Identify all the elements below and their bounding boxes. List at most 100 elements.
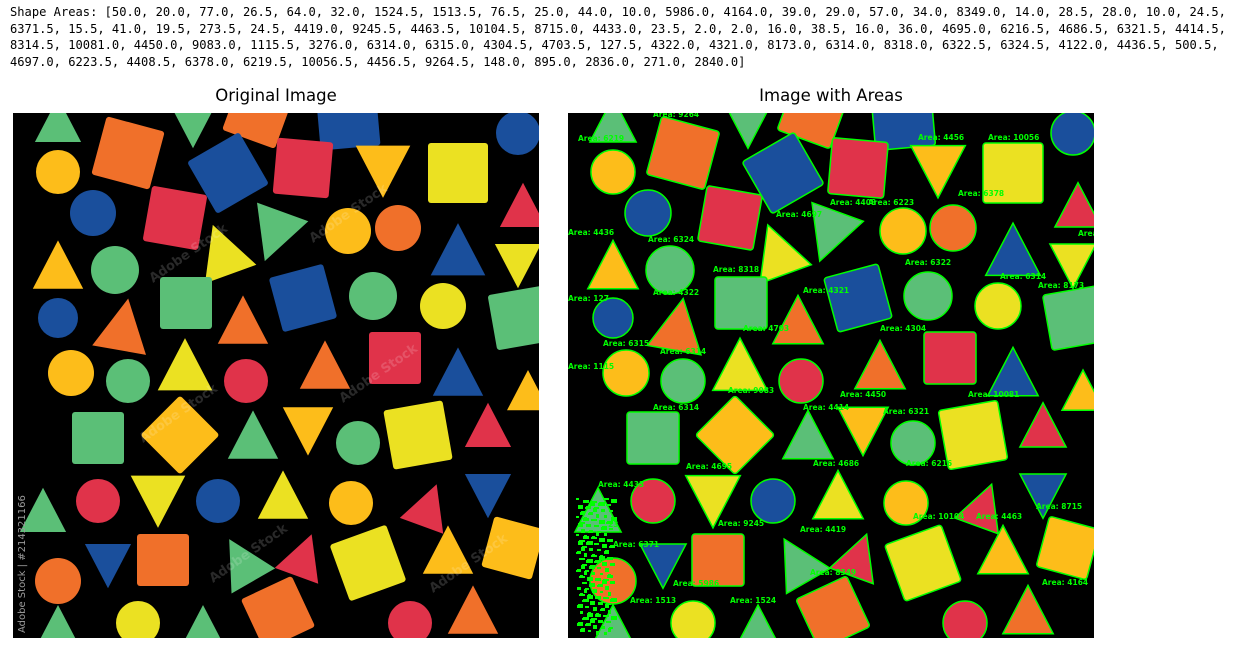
square-shape — [428, 143, 488, 203]
square-shape — [646, 116, 720, 190]
contour-noise — [601, 509, 605, 512]
square-shape — [827, 137, 889, 199]
circle-shape — [38, 298, 78, 338]
contour-noise — [578, 541, 583, 545]
area-label: Area: 6216 — [906, 459, 952, 468]
square-shape — [137, 534, 189, 586]
contour-noise — [602, 580, 607, 584]
contour-noise — [583, 518, 589, 521]
area-label: Area: 4164 — [1042, 578, 1088, 587]
square-shape — [796, 576, 870, 638]
area-label: Area: 1513 — [630, 596, 676, 605]
triangle-shape — [432, 347, 484, 396]
contour-noise — [580, 629, 583, 632]
contour-noise — [595, 614, 601, 617]
triangle-shape — [1018, 473, 1068, 520]
contour-noise — [582, 618, 587, 620]
original-image-title: Original Image — [215, 86, 337, 105]
triangle-shape — [464, 402, 512, 447]
triangle-shape — [227, 410, 279, 459]
circle-shape — [602, 349, 650, 397]
contour-noise — [577, 605, 581, 608]
area-label: Area: 6371 — [613, 540, 659, 549]
circle-shape — [645, 245, 695, 295]
area-label: Area: 4419 — [800, 525, 846, 534]
square-shape — [1042, 285, 1094, 351]
area-label: Area: 412 — [1078, 229, 1094, 238]
contour-noise — [579, 576, 585, 578]
triangle-shape — [771, 293, 825, 345]
area-label: Area: 10056 — [988, 133, 1039, 142]
contour-noise — [593, 607, 597, 611]
contour-noise — [595, 578, 601, 581]
area-label: Area: 9083 — [728, 386, 774, 395]
triangle-shape — [282, 407, 334, 456]
contour-noise — [605, 568, 609, 572]
circle-shape — [116, 601, 160, 638]
triangle-shape — [84, 544, 132, 589]
contour-noise — [604, 632, 607, 635]
contour-noise — [586, 524, 591, 527]
area-label: Area: 10081 — [968, 390, 1019, 399]
original-image: Adobe Stock Adobe Stock Adobe Stock Adobe S… — [13, 113, 539, 638]
contour-noise — [590, 601, 595, 605]
contour-noise — [579, 558, 585, 560]
circle-shape — [778, 358, 824, 404]
circle-shape — [375, 205, 421, 251]
circle-shape — [590, 149, 636, 195]
contour-noise — [576, 534, 579, 536]
contour-noise — [607, 557, 613, 560]
contour-noise — [603, 597, 609, 599]
contour-noise — [597, 585, 601, 587]
triangle-shape — [739, 603, 777, 638]
circle-shape — [750, 478, 796, 524]
contour-noise — [598, 620, 603, 623]
contour-noise — [588, 531, 591, 533]
circle-shape — [36, 150, 80, 194]
contour-noise — [603, 615, 609, 617]
triangle-shape — [32, 240, 84, 289]
area-label: Area: 1115 — [568, 362, 614, 371]
contour-noise — [578, 505, 583, 509]
triangle-shape — [507, 370, 539, 411]
circle-shape — [903, 271, 953, 321]
circle-shape — [336, 421, 380, 465]
circle-shape — [929, 204, 977, 252]
circle-shape — [1050, 113, 1094, 156]
area-label: Area: 4695 — [686, 462, 732, 471]
contour-noise — [576, 516, 579, 518]
contour-noise — [591, 519, 597, 521]
areas-image-title: Image with Areas — [759, 86, 903, 105]
contour-noise — [593, 508, 597, 512]
area-label: Area: 8349 — [810, 568, 856, 577]
contour-noise — [604, 533, 607, 536]
contour-noise — [586, 542, 591, 545]
triangle-shape — [853, 338, 907, 390]
area-label: Area: 8173 — [1038, 281, 1084, 290]
original-image-canvas: Adobe StockAdobe StockAdobe StockAdobe S… — [17, 113, 539, 638]
contour-noise — [591, 555, 597, 557]
square-shape — [884, 524, 962, 602]
contour-noise — [576, 498, 579, 500]
circle-shape — [624, 189, 672, 237]
contour-noise — [593, 625, 597, 629]
contour-noise — [601, 527, 605, 530]
area-label: Area: 6314 — [653, 403, 699, 412]
contour-noise — [586, 560, 591, 563]
contour-noise — [590, 619, 595, 623]
cell-output-text: Shape Areas: [50.0, 20.0, 77.0, 26.5, 64… — [10, 5, 1234, 69]
triangle-shape — [34, 113, 82, 142]
triangle-shape — [1001, 583, 1055, 635]
contour-noise — [578, 523, 583, 527]
contour-noise — [599, 556, 605, 560]
area-label: Area: 127 — [568, 294, 609, 303]
contour-noise — [594, 525, 599, 527]
triangle-shape — [185, 605, 221, 638]
circle-shape — [974, 282, 1022, 330]
triangle-shape — [728, 113, 768, 150]
contour-noise — [607, 575, 613, 578]
area-label: Area: 6315 — [603, 339, 649, 348]
circle-shape — [388, 601, 432, 638]
contour-noise — [589, 566, 593, 569]
triangle-shape — [953, 482, 1000, 535]
